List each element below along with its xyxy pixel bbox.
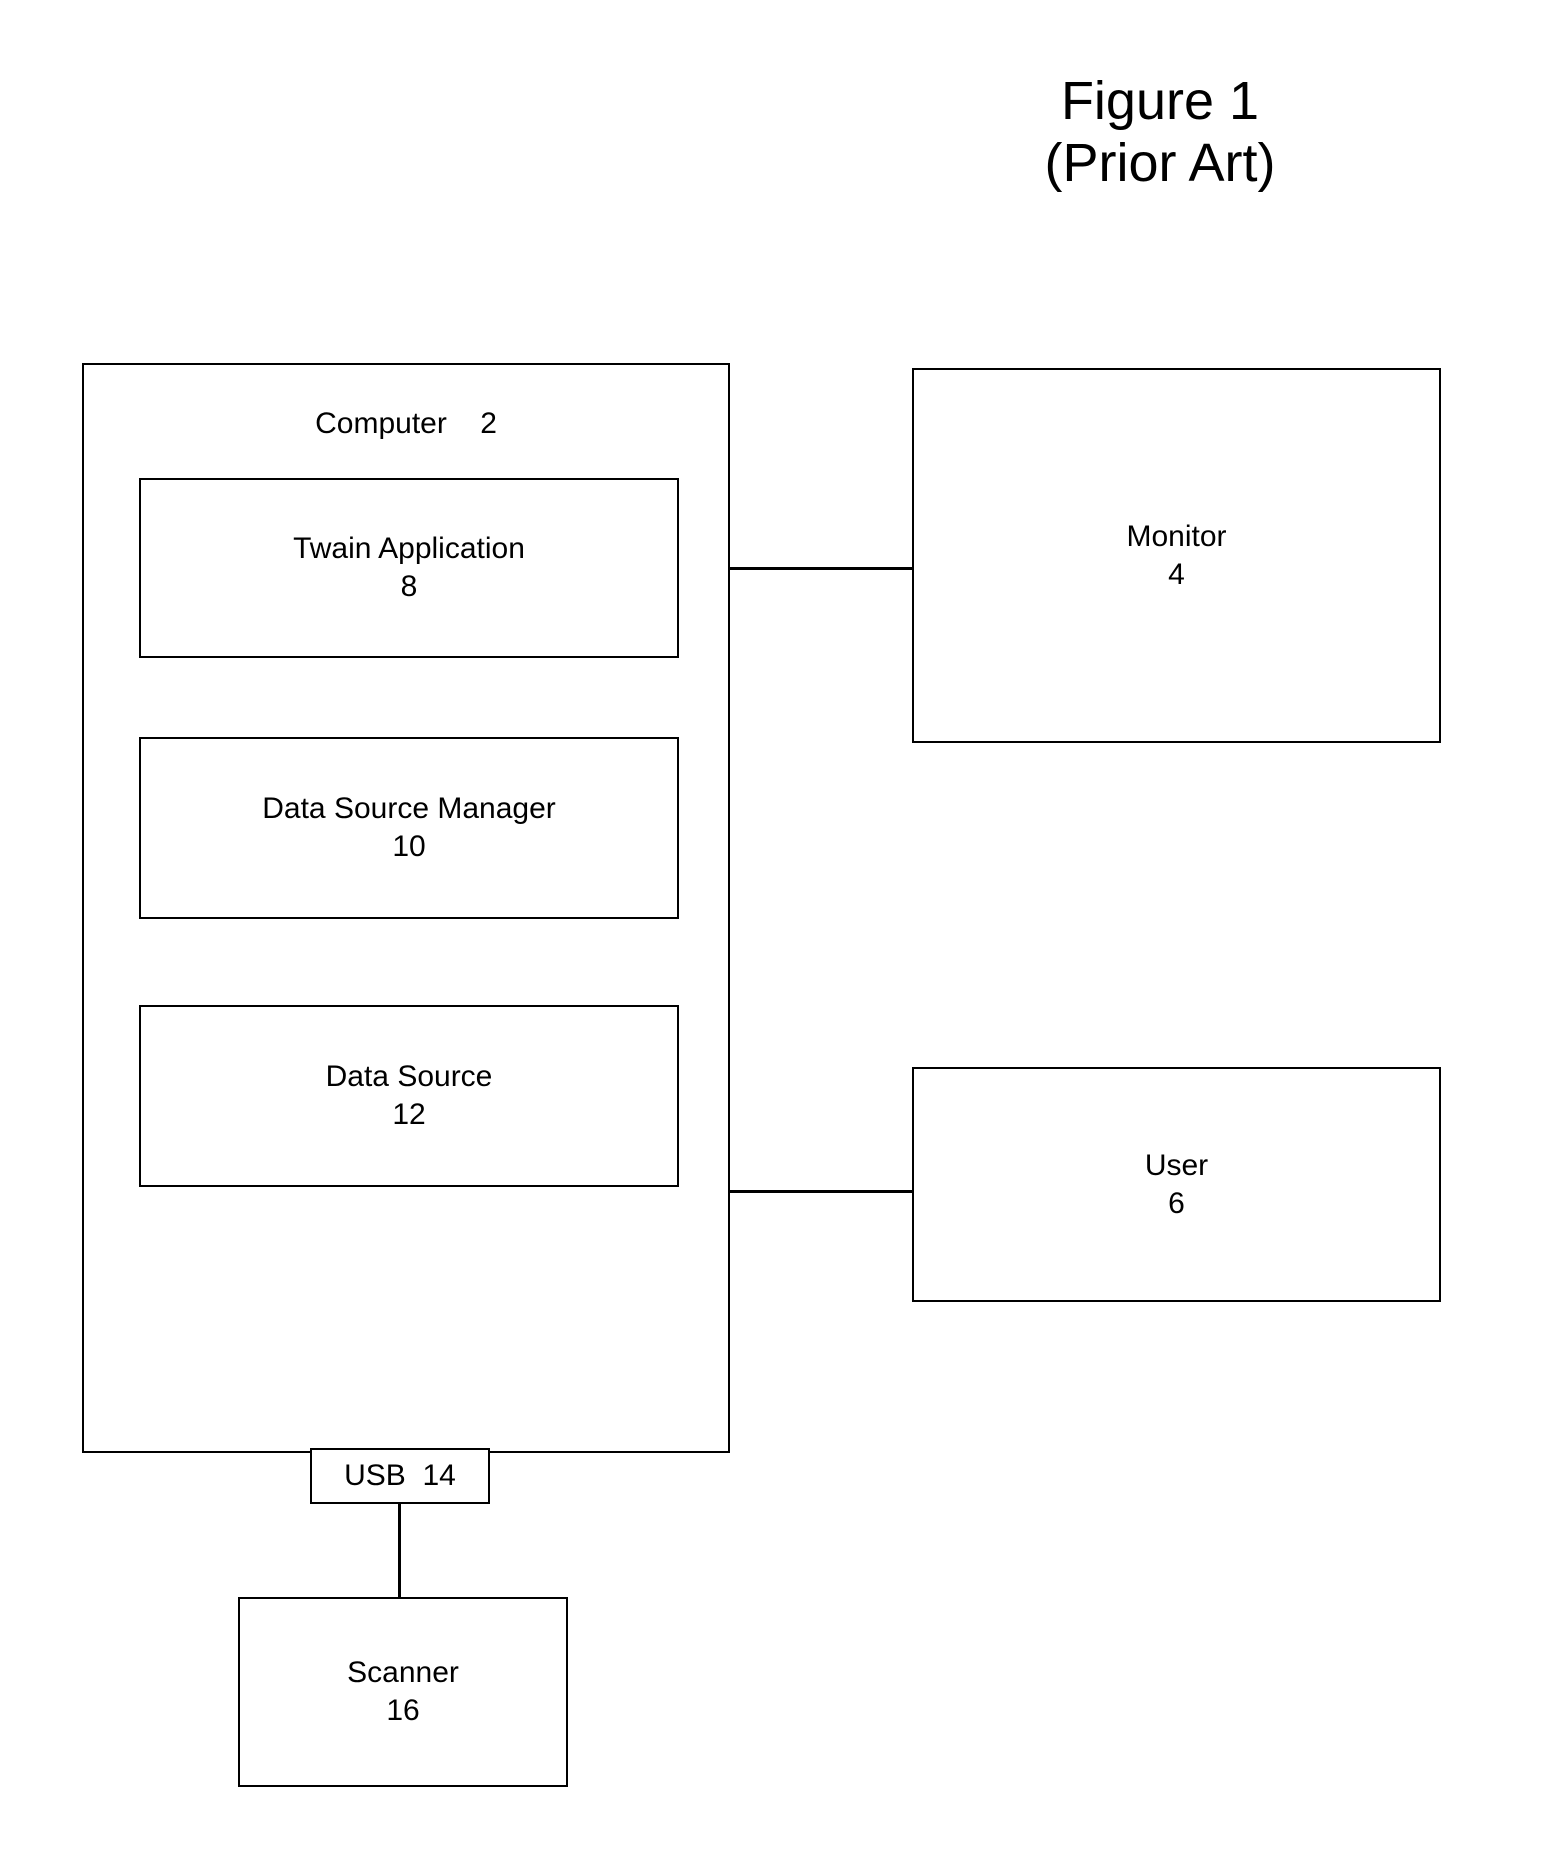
figure-title: Figure 1 (Prior Art) (960, 70, 1360, 194)
data-source-box: Data Source 12 (139, 1005, 679, 1187)
connector-computer-monitor (730, 567, 912, 570)
dsm-label: Data Source Manager (262, 792, 556, 826)
connector-computer-user (730, 1190, 912, 1193)
user-box: User 6 (912, 1067, 1441, 1302)
monitor-number: 4 (1168, 558, 1185, 592)
scanner-number: 16 (386, 1694, 419, 1728)
usb-box: USB 14 (310, 1448, 490, 1504)
usb-label: USB (344, 1459, 406, 1493)
computer-number: 2 (480, 407, 497, 440)
computer-header: Computer 2 (84, 407, 728, 441)
monitor-label: Monitor (1126, 520, 1226, 554)
user-label: User (1145, 1149, 1208, 1183)
twain-label: Twain Application (293, 532, 525, 566)
monitor-box: Monitor 4 (912, 368, 1441, 743)
connector-usb-scanner (398, 1504, 401, 1597)
twain-application-box: Twain Application 8 (139, 478, 679, 658)
user-number: 6 (1168, 1187, 1185, 1221)
computer-box: Computer 2 Twain Application 8 Data Sour… (82, 363, 730, 1453)
scanner-box: Scanner 16 (238, 1597, 568, 1787)
dsm-number: 10 (392, 830, 425, 864)
ds-number: 12 (392, 1098, 425, 1132)
usb-number: 14 (422, 1459, 455, 1493)
twain-number: 8 (401, 570, 418, 604)
figure-title-line1: Figure 1 (960, 70, 1360, 132)
figure-title-line2: (Prior Art) (960, 132, 1360, 194)
data-source-manager-box: Data Source Manager 10 (139, 737, 679, 919)
ds-label: Data Source (326, 1060, 493, 1094)
scanner-label: Scanner (347, 1656, 459, 1690)
computer-label: Computer (315, 407, 447, 440)
